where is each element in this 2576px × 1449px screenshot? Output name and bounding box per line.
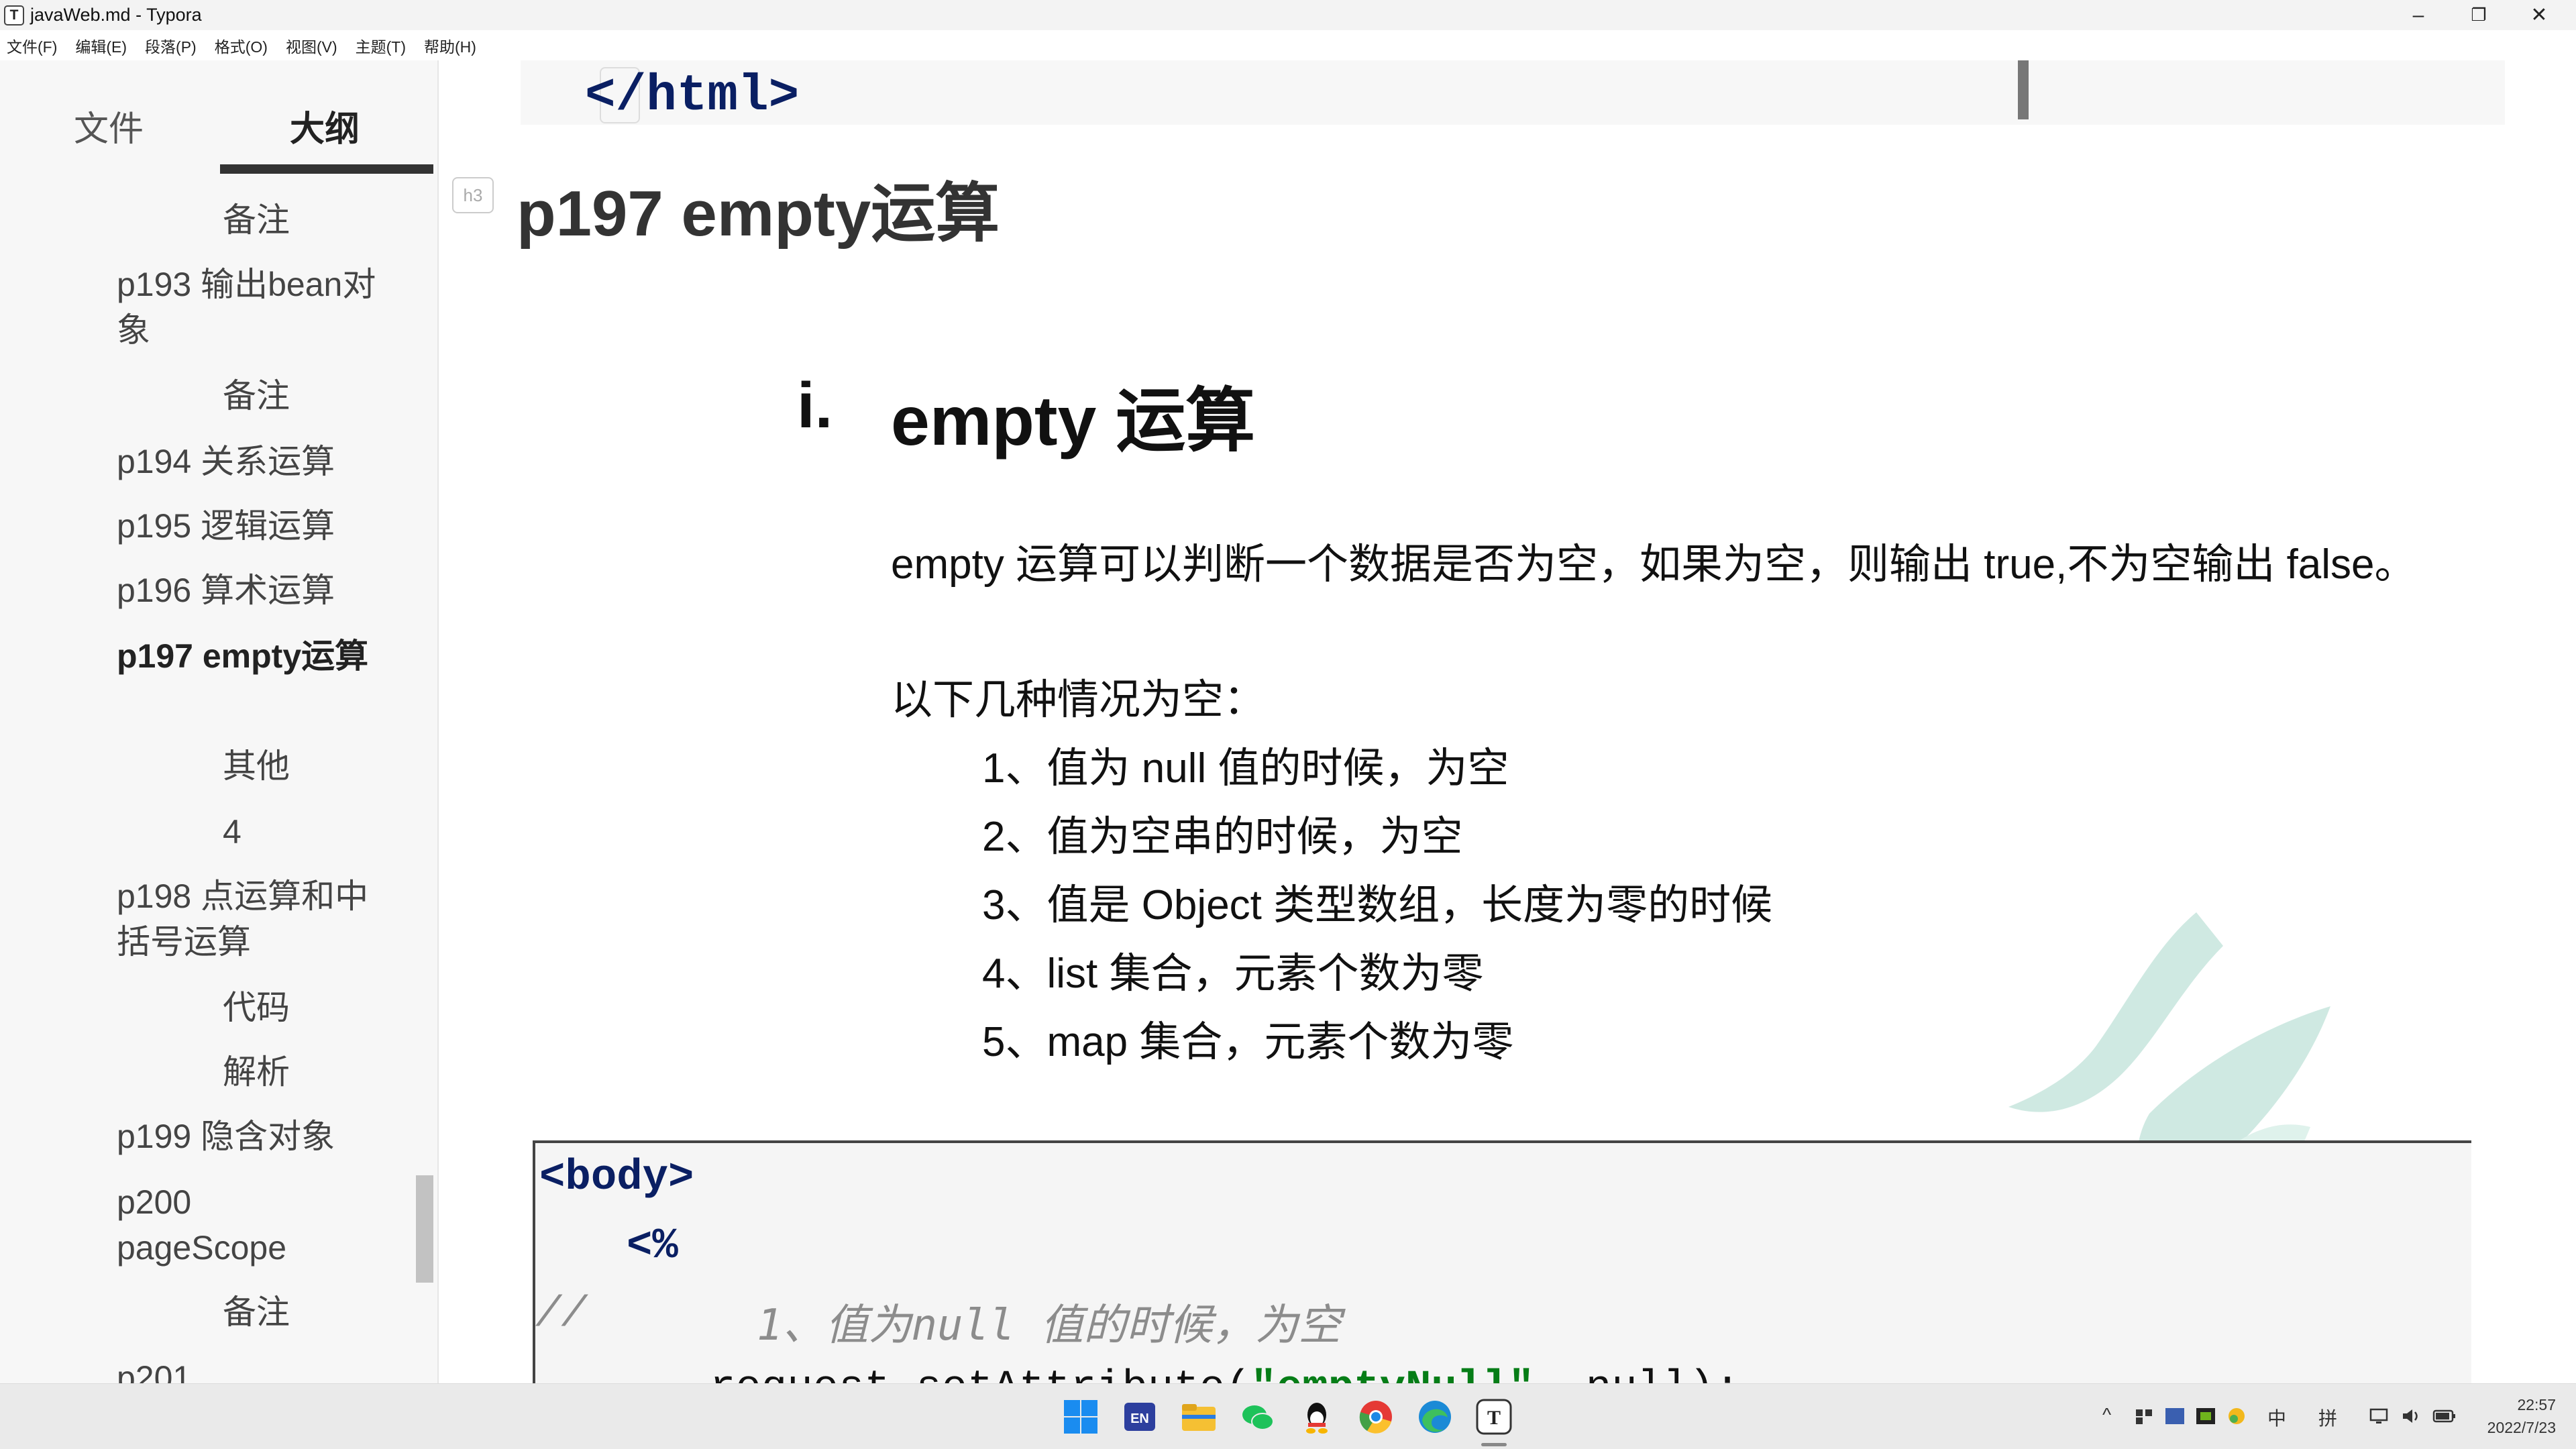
clock-date: 2022/7/23 bbox=[2487, 1419, 2556, 1436]
code-string: "emptyNull" bbox=[1251, 1364, 1534, 1383]
menu-help[interactable]: 帮助(H) bbox=[424, 34, 476, 57]
code-call: request.setAttribute( bbox=[710, 1364, 1251, 1383]
list-item: 4、list 集合，元素个数为零 bbox=[982, 951, 1484, 997]
chrome-icon[interactable] bbox=[1356, 1397, 1395, 1436]
windows-start-icon[interactable] bbox=[1061, 1397, 1100, 1436]
code-comment: 1、值为null 值的时候，为空 bbox=[757, 1301, 1342, 1350]
code-screenshot: <body> <% // 1、值为null 值的时候，为空 request.se… bbox=[533, 1140, 2471, 1383]
embedded-image[interactable]: i. empty 运算 empty 运算可以判断一个数据是否为空，如果为空，则输… bbox=[519, 288, 2572, 1383]
text-cursor bbox=[2018, 60, 2029, 119]
outline-item[interactable]: 其他 bbox=[223, 743, 437, 789]
outline-item-active[interactable]: p197 empty运算 bbox=[117, 633, 378, 679]
code-line: <% bbox=[627, 1222, 678, 1271]
qq-icon[interactable] bbox=[1297, 1397, 1336, 1436]
menu-format[interactable]: 格式(O) bbox=[215, 34, 268, 57]
code-line: <body> bbox=[539, 1154, 694, 1202]
clock-time: 22:57 bbox=[2517, 1396, 2556, 1413]
tray-network-icon[interactable] bbox=[2133, 1405, 2155, 1427]
outline-item[interactable]: 4 bbox=[223, 809, 437, 855]
code-block-top[interactable]: </html> bbox=[521, 60, 2505, 125]
list-item: 5、map 集合，元素个数为零 bbox=[982, 1019, 1514, 1065]
description-text: empty 运算可以判断一个数据是否为空，如果为空，则输出 true,不为空输出… bbox=[891, 541, 2416, 588]
menu-paragraph[interactable]: 段落(P) bbox=[145, 34, 197, 57]
code-call-end: , null); bbox=[1534, 1364, 1740, 1383]
outline-item[interactable]: p198 点运算和中括号运算 bbox=[117, 873, 372, 965]
outline-item[interactable]: 备注 bbox=[223, 197, 437, 243]
title-bar: T javaWeb.md - Typora – ❐ ✕ bbox=[0, 0, 2576, 30]
svg-text:T: T bbox=[1487, 1407, 1501, 1429]
menu-bar: 文件(F) 编辑(E) 段落(P) 格式(O) 视图(V) 主题(T) 帮助(H… bbox=[0, 30, 2576, 60]
tray-ime[interactable]: 拼 bbox=[2318, 1404, 2337, 1431]
maximize-button[interactable]: ❐ bbox=[2449, 0, 2509, 30]
tray-display-icon[interactable] bbox=[2368, 1405, 2390, 1427]
tab-files[interactable]: 文件 bbox=[74, 101, 144, 151]
section-heading[interactable]: p197 empty运算 bbox=[517, 161, 1000, 254]
typora-app-icon: T bbox=[4, 5, 24, 25]
outline-item[interactable]: p193 输出bean对象 bbox=[117, 262, 385, 353]
outline-item[interactable]: p196 算术运算 bbox=[117, 568, 398, 613]
item-number: i. bbox=[797, 370, 833, 441]
minimize-button[interactable]: – bbox=[2388, 0, 2449, 30]
outline-item[interactable]: p194 关系运算 bbox=[117, 439, 398, 484]
outline-item[interactable]: p201 bbox=[117, 1355, 398, 1383]
active-app-indicator bbox=[1481, 1443, 1507, 1446]
tray-battery-icon[interactable] bbox=[2432, 1405, 2457, 1427]
code-block-text: </html> bbox=[585, 67, 800, 125]
menu-edit[interactable]: 编辑(E) bbox=[75, 34, 127, 57]
heading-level-badge: h3 bbox=[452, 177, 494, 213]
menu-view[interactable]: 视图(V) bbox=[286, 34, 337, 57]
file-explorer-icon[interactable] bbox=[1179, 1397, 1218, 1436]
tab-outline[interactable]: 大纲 bbox=[290, 101, 360, 151]
window-title: javaWeb.md - Typora bbox=[30, 5, 202, 25]
outline-item[interactable]: 解析 bbox=[223, 1049, 437, 1095]
outline-item[interactable]: p199 隐含对象 bbox=[117, 1114, 398, 1159]
outline-item[interactable]: 备注 bbox=[223, 1289, 437, 1335]
taskbar: EN T ^ 中 拼 22:57 2022/7/23 bbox=[0, 1383, 2576, 1449]
tray-input-mode[interactable]: 中 bbox=[2267, 1404, 2286, 1431]
edge-icon[interactable] bbox=[1415, 1397, 1454, 1436]
outline-item[interactable]: 备注 bbox=[223, 373, 437, 419]
close-button[interactable]: ✕ bbox=[2509, 0, 2569, 30]
tray-chevron-icon[interactable]: ^ bbox=[2102, 1404, 2111, 1426]
outline-item[interactable]: p195 逻辑运算 bbox=[117, 503, 398, 549]
system-clock[interactable]: 22:57 2022/7/23 bbox=[2487, 1393, 2556, 1439]
item-title: empty 运算 bbox=[891, 382, 1256, 460]
typora-icon[interactable]: T bbox=[1474, 1397, 1513, 1436]
tray-volume-icon[interactable] bbox=[2400, 1405, 2422, 1427]
menu-theme[interactable]: 主题(T) bbox=[356, 34, 406, 57]
menu-file[interactable]: 文件(F) bbox=[7, 34, 57, 57]
code-comment-prefix: // bbox=[535, 1291, 587, 1339]
wechat-icon[interactable] bbox=[1238, 1397, 1277, 1436]
outline-item[interactable]: p200 pageScope bbox=[117, 1179, 318, 1271]
list-item: 2、值为空串的时候，为空 bbox=[982, 814, 1463, 860]
sidebar-scrollbar-thumb[interactable] bbox=[416, 1175, 433, 1283]
outline-item[interactable]: 代码 bbox=[223, 985, 437, 1030]
en-input-icon[interactable]: EN bbox=[1120, 1397, 1159, 1436]
code-line: request.setAttribute("emptyNull", null); bbox=[710, 1364, 1740, 1383]
tray-nvidia-icon[interactable] bbox=[2195, 1405, 2216, 1427]
svg-text:EN: EN bbox=[1130, 1411, 1149, 1426]
sidebar: 文件 大纲 备注 p193 输出bean对象 备注 p194 关系运算 p195… bbox=[0, 60, 439, 1383]
editor-area[interactable]: </html> h3 p197 empty运算 i. empty 运算 empt… bbox=[439, 60, 2576, 1383]
list-item: 1、值为 null 值的时候，为空 bbox=[982, 745, 1509, 792]
tray-color-icon[interactable] bbox=[2226, 1405, 2247, 1427]
list-item: 3、值是 Object 类型数组，长度为零的时候 bbox=[982, 882, 1773, 928]
tray-app-icon[interactable] bbox=[2164, 1405, 2186, 1427]
intro-text: 以下几种情况为空： bbox=[891, 677, 1266, 723]
active-tab-indicator bbox=[220, 164, 433, 174]
